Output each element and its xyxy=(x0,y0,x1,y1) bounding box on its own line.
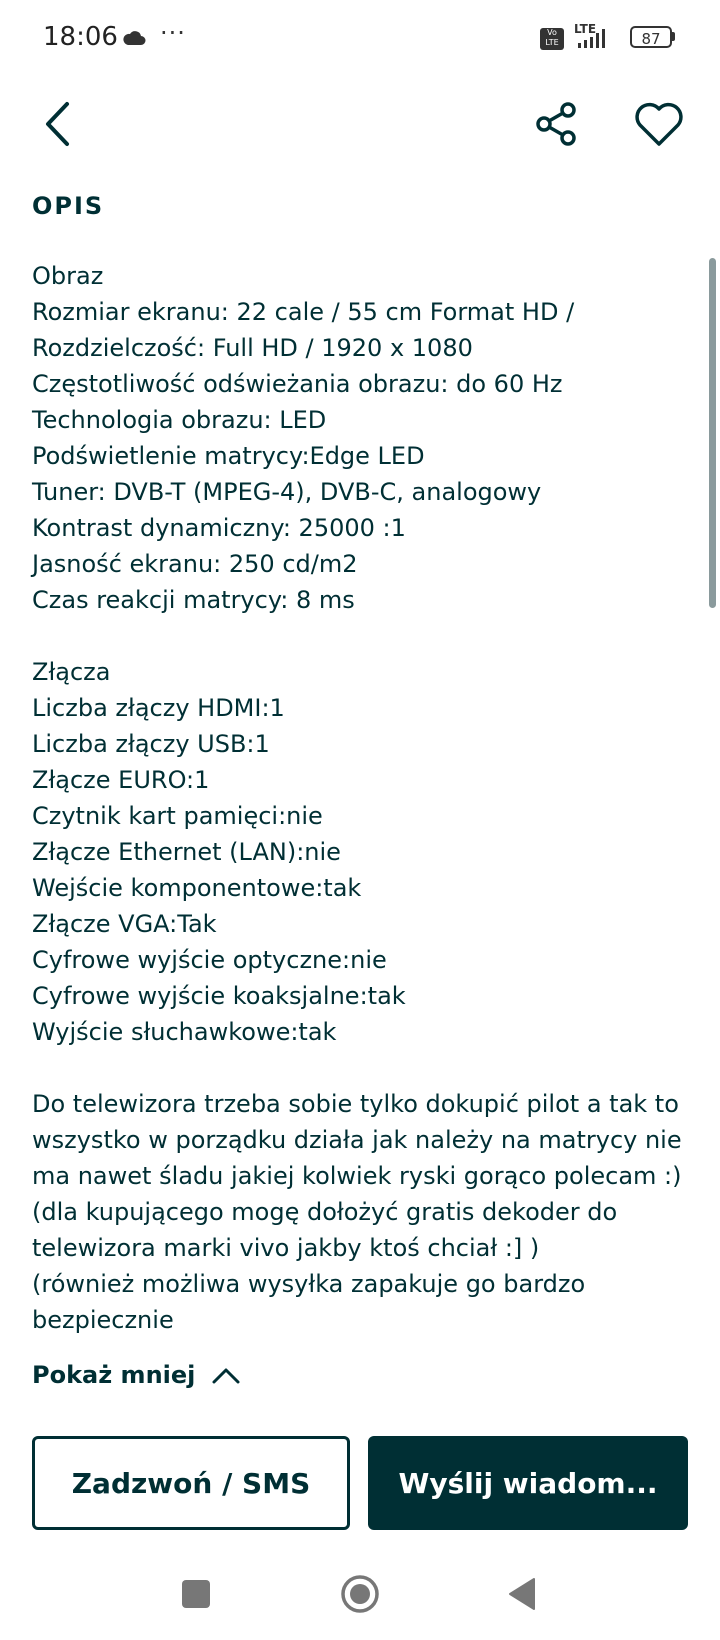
send-message-button[interactable]: Wyślij wiadom... xyxy=(368,1436,688,1530)
cloud-icon xyxy=(123,31,146,45)
chevron-up-icon xyxy=(212,1368,240,1384)
description-line: Cyfrowe wyjście koaksjalne:tak xyxy=(32,982,406,1010)
description-line: Złącze EURO:1 xyxy=(32,766,210,794)
call-sms-button[interactable]: Zadzwoń / SMS xyxy=(32,1436,350,1530)
description-line: Technologia obrazu: LED xyxy=(32,406,327,434)
description-line: Obraz xyxy=(32,262,104,290)
description-line: Liczba złączy USB:1 xyxy=(32,730,270,758)
description-line: Kontrast dynamiczny: 25000 :1 xyxy=(32,514,406,542)
volte-icon: Vo LTE xyxy=(540,28,564,50)
description-line: Jasność ekranu: 250 cd/m2 xyxy=(32,550,358,578)
description-line: (dla kupującego mogę dołożyć gratis deko… xyxy=(32,1198,618,1226)
description-line: Liczba złączy HDMI:1 xyxy=(32,694,285,722)
description-line: Rozdzielczość: Full HD / 1920 x 1080 xyxy=(32,334,473,362)
back-triangle-icon[interactable] xyxy=(506,1576,538,1612)
favorite-button[interactable] xyxy=(633,100,685,148)
description-line: Cyfrowe wyjście optyczne:nie xyxy=(32,946,387,974)
description-line: (również możliwa wysyłka zapakuje go bar… xyxy=(32,1270,586,1298)
description-line: Złącze Ethernet (LAN):nie xyxy=(32,838,341,866)
share-icon xyxy=(536,102,576,146)
status-time: 18:06 xyxy=(43,22,118,52)
show-less-label: Pokaż mniej xyxy=(32,1361,196,1389)
description-line: Rozmiar ekranu: 22 cale / 55 cm Format H… xyxy=(32,298,575,326)
battery-icon: 87 xyxy=(630,26,672,48)
show-less-button[interactable]: Pokaż mniej xyxy=(32,1357,241,1393)
home-icon[interactable] xyxy=(340,1574,380,1614)
description-line: Złącze VGA:Tak xyxy=(32,910,217,938)
description-line: Tuner: DVB-T (MPEG-4), DVB-C, analogowy xyxy=(32,478,542,506)
description-line: telewizora marki vivo jakby ktoś chciał … xyxy=(32,1234,540,1262)
scrollbar[interactable] xyxy=(709,258,716,608)
description-line: Czas reakcji matrycy: 8 ms xyxy=(32,586,355,614)
description-line: Wejście komponentowe:tak xyxy=(32,874,362,902)
chevron-left-icon xyxy=(46,102,69,146)
description-line: wszystko w porządku działa jak należy na… xyxy=(32,1126,682,1154)
status-bar: 18:06 ··· Vo LTE LTE 87 xyxy=(0,0,720,80)
back-button[interactable] xyxy=(40,98,80,150)
section-title: OPIS xyxy=(32,192,105,220)
description-line: ma nawet śladu jakiej kolwiek ryski gorą… xyxy=(32,1162,682,1190)
description-line: Złącza xyxy=(32,658,111,686)
description-line: bezpiecznie xyxy=(32,1306,174,1334)
heart-icon xyxy=(635,102,683,146)
description-text: Obraz Rozmiar ekranu: 22 cale / 55 cm For… xyxy=(32,258,692,1338)
description-line: Podświetlenie matrycy:Edge LED xyxy=(32,442,425,470)
recent-apps-icon[interactable] xyxy=(182,1580,210,1608)
description-line: Częstotliwość odświeżania obrazu: do 60 … xyxy=(32,370,563,398)
description-line: Czytnik kart pamięci:nie xyxy=(32,802,323,830)
description-line: Do telewizora trzeba sobie tylko dokupić… xyxy=(32,1090,679,1118)
battery-tip xyxy=(672,32,675,41)
navigation-bar xyxy=(0,1558,720,1640)
signal-icon xyxy=(578,29,605,48)
share-button[interactable] xyxy=(532,100,580,148)
more-notifications-icon: ··· xyxy=(160,19,186,47)
description-line: Wyjście słuchawkowe:tak xyxy=(32,1018,337,1046)
